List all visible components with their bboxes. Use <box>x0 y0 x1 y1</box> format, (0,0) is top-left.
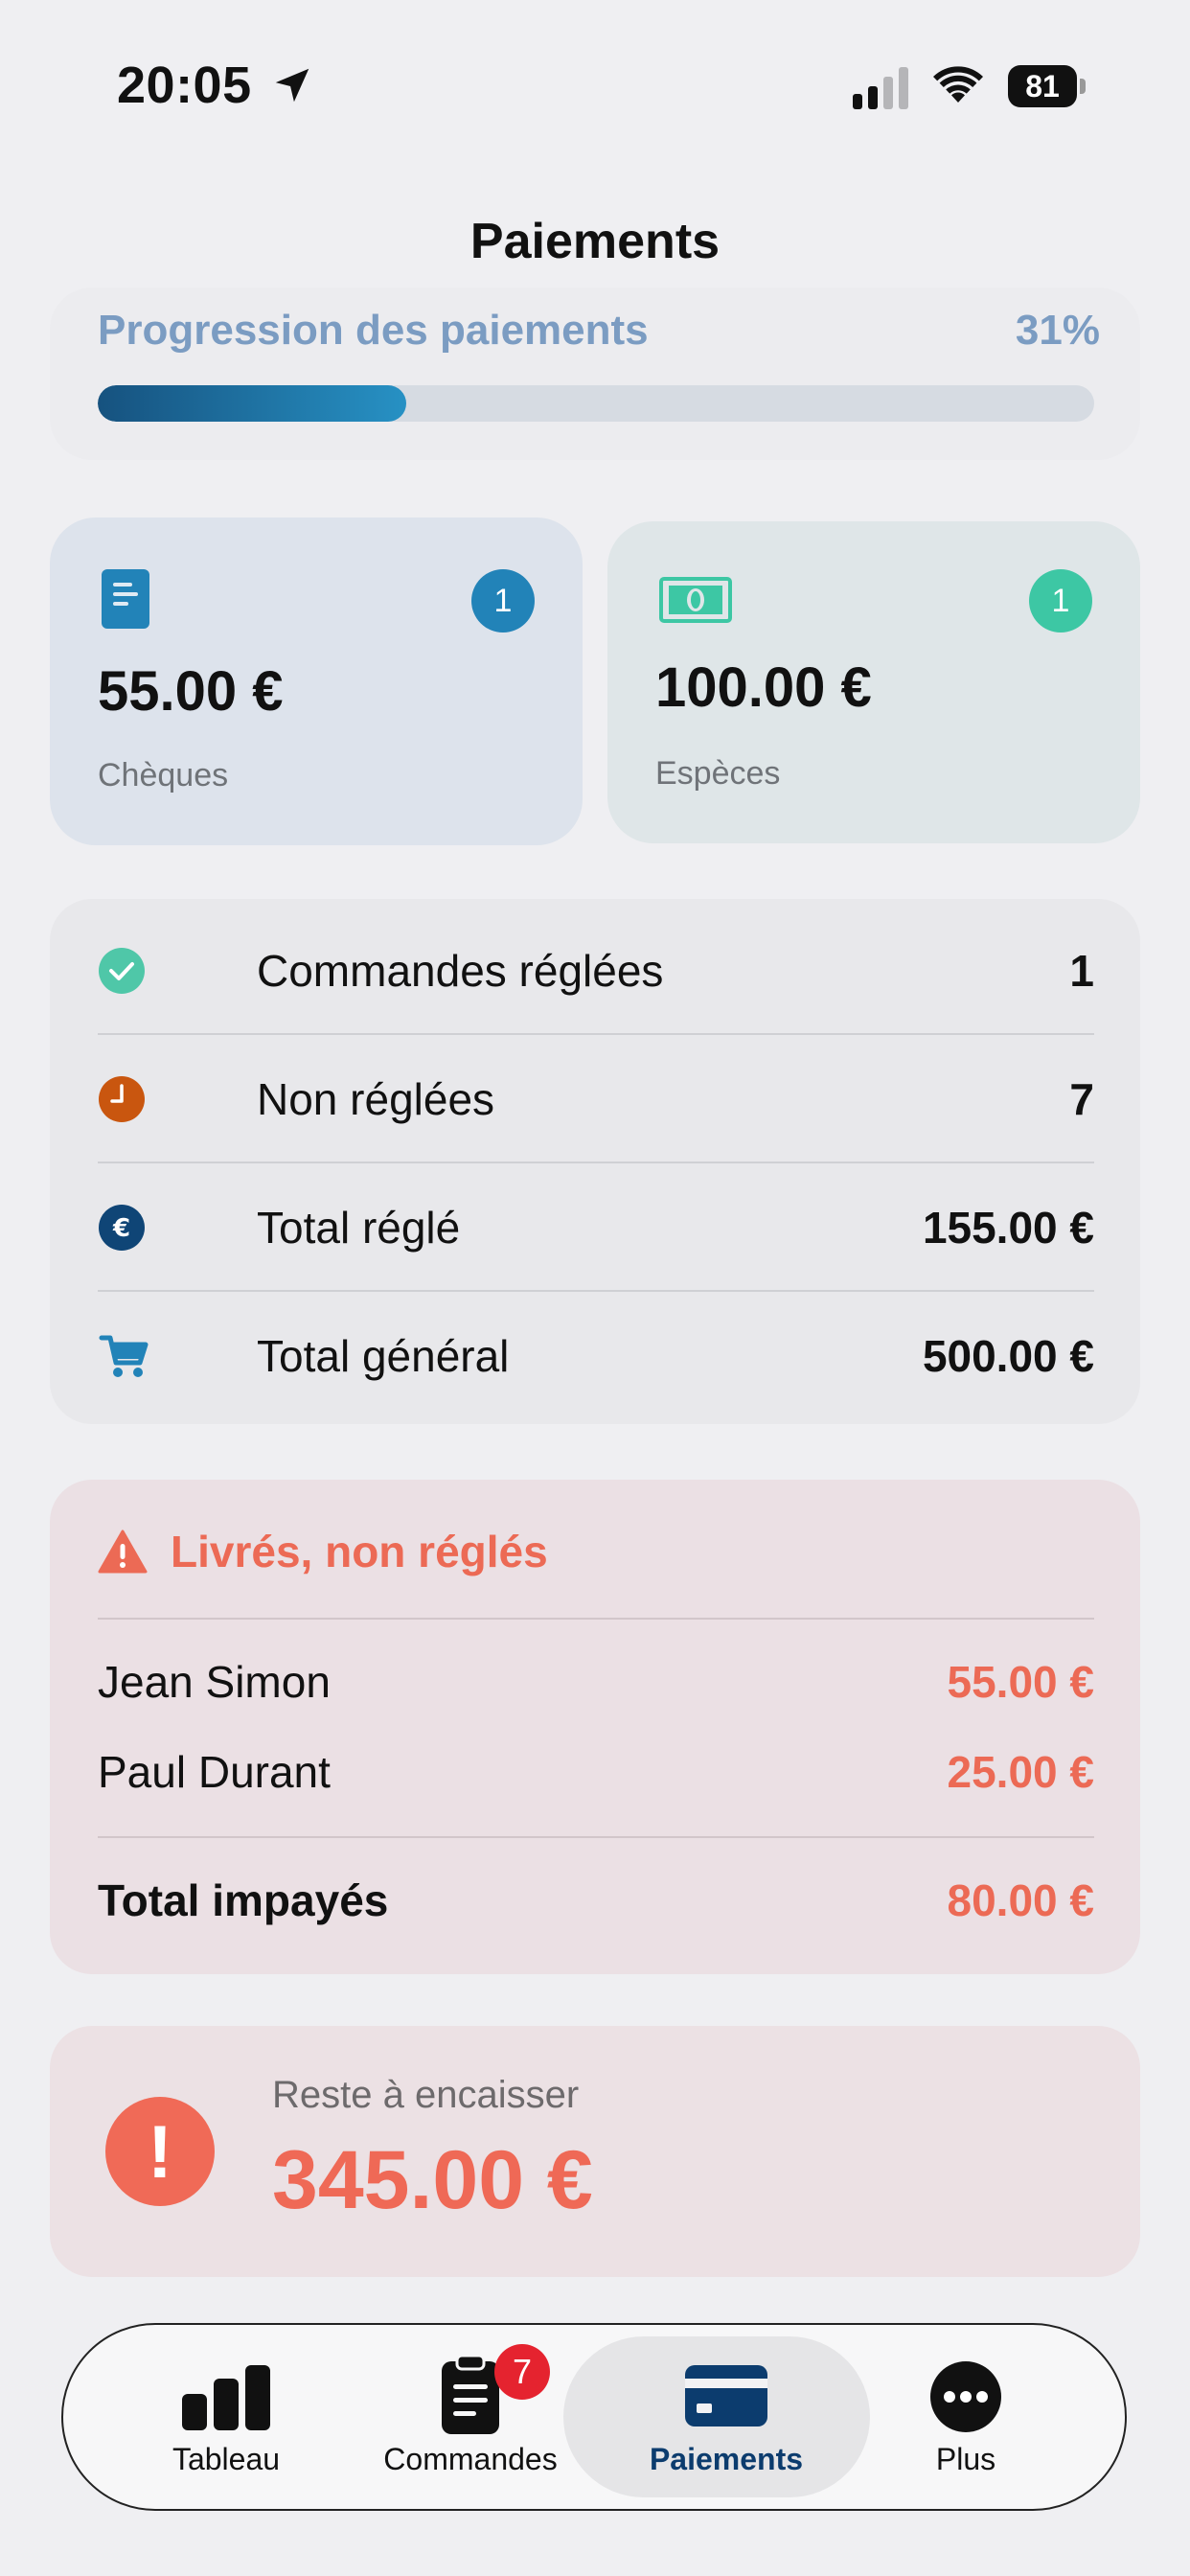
unpaid-amount: 55.00 € <box>947 1657 1094 1707</box>
cheques-label: Chèques <box>98 757 229 794</box>
orders-count-badge: 7 <box>494 2344 550 2400</box>
progress-bar-fill <box>98 385 407 422</box>
summary-label: Non réglées <box>257 1074 495 1124</box>
unpaid-row[interactable]: Jean Simon 55.00 € <box>98 1656 1094 1714</box>
cheques-count-badge: 1 <box>471 569 535 632</box>
summary-label: Total général <box>257 1331 510 1381</box>
svg-text:€: € <box>112 1214 130 1243</box>
warning-triangle-icon <box>98 1530 148 1574</box>
status-bar: 20:05 81 <box>0 0 1190 172</box>
progress-bar <box>98 385 1094 422</box>
tab-bar: Tableau Commandes 7 Paiements Plus <box>61 2323 1127 2511</box>
cash-label: Espèces <box>655 755 781 792</box>
summary-row-paid-orders[interactable]: Commandes réglées 1 <box>98 907 1094 1035</box>
banknote-icon <box>659 577 732 623</box>
tab-label: Tableau <box>172 2442 281 2476</box>
payment-progress-card: Progression des paiements 31% <box>50 288 1140 460</box>
tab-paiements[interactable]: Paiements <box>630 2325 822 2509</box>
check-circle-icon <box>99 948 145 994</box>
clock-icon <box>99 1076 145 1122</box>
remaining-amount: 345.00 € <box>272 2134 593 2226</box>
unpaid-total-row: Total impayés 80.00 € <box>98 1874 1094 1932</box>
cheques-amount: 55.00 € <box>98 660 284 723</box>
tab-tableau[interactable]: Tableau <box>140 2325 312 2509</box>
tab-label: Paiements <box>649 2442 804 2476</box>
progress-percent: 31% <box>1015 307 1100 354</box>
page-title: Paiements <box>469 214 721 269</box>
unpaid-total-amount: 80.00 € <box>947 1875 1094 1925</box>
clipboard-icon <box>442 2354 499 2434</box>
unpaid-amount: 25.00 € <box>947 1747 1094 1797</box>
exclamation-circle-icon: ! <box>105 2097 215 2206</box>
customer-name: Paul Durant <box>98 1747 331 1797</box>
credit-card-icon <box>685 2365 767 2426</box>
location-arrow-icon <box>275 68 309 103</box>
tab-label: Plus <box>935 2442 996 2476</box>
summary-value: 500.00 € <box>922 1331 1094 1381</box>
summary-label: Total réglé <box>257 1203 461 1253</box>
cellular-signal-icon <box>853 67 908 109</box>
cash-amount: 100.00 € <box>655 656 872 719</box>
summary-row-unpaid[interactable]: Non réglées 7 <box>98 1035 1094 1163</box>
remaining-to-collect-card: ! Reste à encaisser 345.00 € <box>50 2026 1140 2277</box>
cart-icon <box>99 1335 149 1377</box>
status-time: 20:05 <box>117 57 252 114</box>
summary-row-total-paid[interactable]: € Total réglé 155.00 € <box>98 1163 1094 1292</box>
tab-label: Commandes <box>383 2442 558 2476</box>
battery-level: 81 <box>1008 65 1077 107</box>
remaining-label: Reste à encaisser <box>272 2074 580 2116</box>
unpaid-delivered-card: Livrés, non réglés Jean Simon 55.00 € Pa… <box>50 1480 1140 1974</box>
tab-plus[interactable]: Plus <box>908 2325 1023 2509</box>
bar-chart-icon <box>182 2365 270 2430</box>
summary-value: 1 <box>1069 946 1094 996</box>
euro-icon: € <box>99 1205 145 1251</box>
summary-value: 7 <box>1069 1074 1094 1124</box>
unpaid-title: Livrés, non réglés <box>171 1527 548 1576</box>
cheques-card[interactable]: 1 55.00 € Chèques <box>50 518 583 845</box>
summary-value: 155.00 € <box>922 1203 1094 1253</box>
unpaid-row[interactable]: Paul Durant 25.00 € <box>98 1746 1094 1804</box>
summary-row-grand-total[interactable]: Total général 500.00 € <box>98 1292 1094 1420</box>
summary-list: Commandes réglées 1 Non réglées 7 € Tota… <box>50 899 1140 1424</box>
progress-label: Progression des paiements <box>98 307 649 354</box>
cash-count-badge: 1 <box>1029 569 1092 632</box>
unpaid-total-label: Total impayés <box>98 1875 389 1925</box>
unpaid-header: Livrés, non réglés <box>98 1518 548 1585</box>
battery-icon: 81 <box>1008 65 1086 107</box>
more-icon <box>930 2361 1001 2432</box>
cheque-icon <box>102 569 149 629</box>
customer-name: Jean Simon <box>98 1657 331 1707</box>
cash-card[interactable]: 1 100.00 € Espèces <box>607 521 1140 843</box>
wifi-icon <box>933 66 983 103</box>
summary-label: Commandes réglées <box>257 946 664 996</box>
